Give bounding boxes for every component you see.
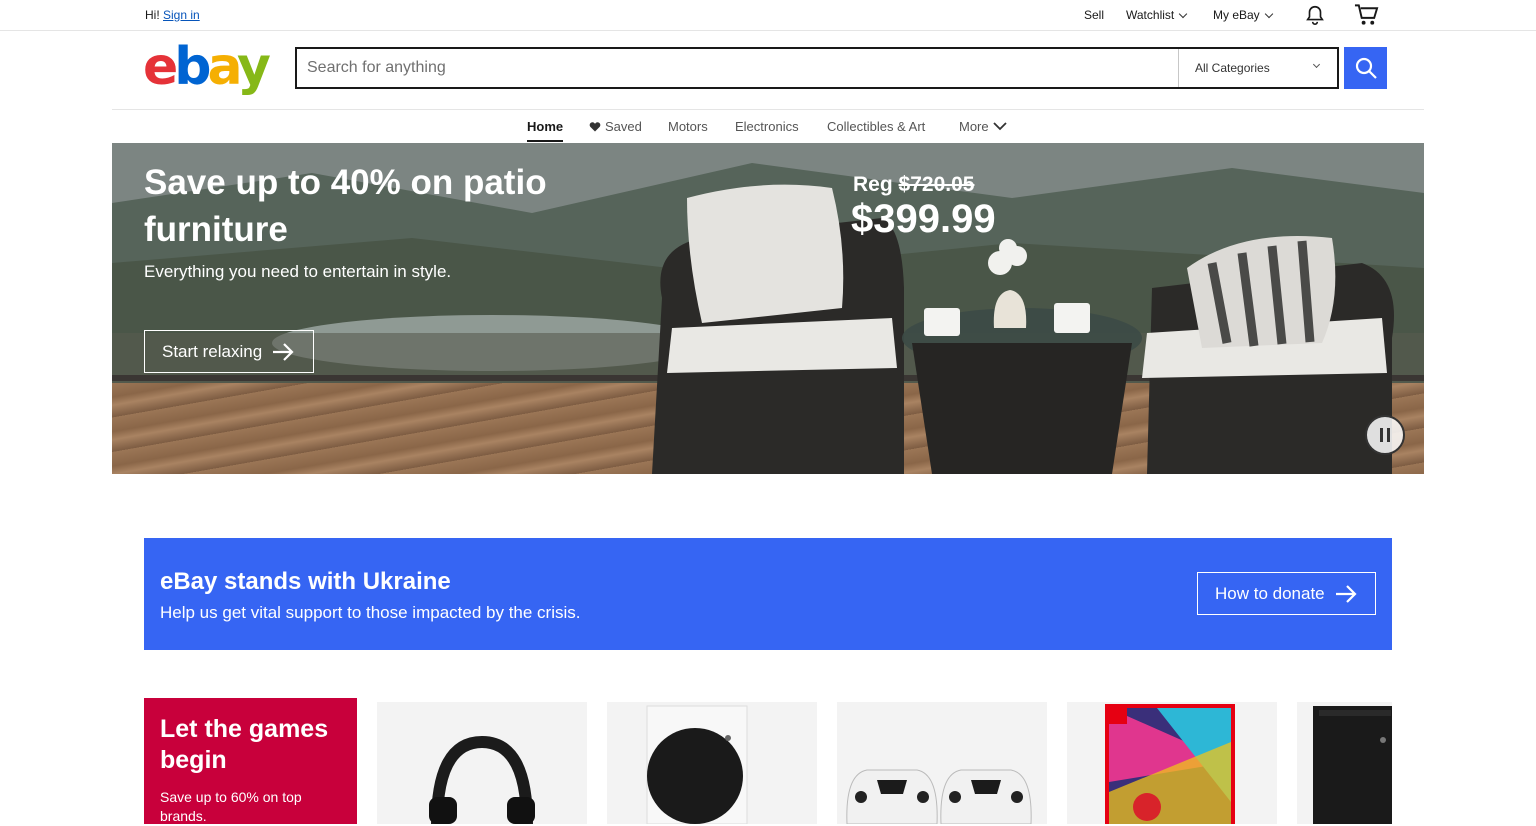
xbox-series-s-icon (646, 705, 748, 824)
search-input[interactable] (297, 49, 1177, 87)
hero-banner[interactable]: Save up to 40% on patio furniture Everyt… (112, 143, 1424, 474)
product-tile-xbox-series-x[interactable] (1297, 702, 1392, 824)
notifications-bell-icon[interactable] (1304, 4, 1326, 31)
chevron-down-icon (992, 122, 1007, 131)
pause-icon (1380, 428, 1390, 442)
mario-kart-game-icon (1105, 704, 1235, 824)
nav-electronics[interactable]: Electronics (735, 119, 799, 134)
heart-icon (589, 122, 601, 132)
hero-subtitle: Everything you need to entertain in styl… (144, 262, 452, 281)
nav-saved-label: Saved (605, 119, 642, 134)
nav-home[interactable]: Home (527, 119, 563, 134)
xbox-series-x-icon (1313, 706, 1392, 824)
start-relaxing-button[interactable]: Start relaxing (144, 330, 314, 373)
how-to-donate-button[interactable]: How to donate (1197, 572, 1376, 615)
category-label: All Categories (1195, 61, 1270, 75)
product-tile-xbox-series-s[interactable] (607, 702, 817, 824)
chevron-down-icon (1264, 9, 1273, 18)
sell-link[interactable]: Sell (1084, 8, 1104, 22)
watchlist-label: Watchlist (1126, 8, 1175, 22)
sell-label: Sell (1084, 8, 1105, 22)
product-tile-headset[interactable] (377, 702, 587, 824)
greeting: Hi! Sign in (145, 8, 200, 22)
regular-price: Reg $720.05 (853, 173, 974, 197)
ukraine-title: eBay stands with Ukraine (160, 568, 451, 595)
chevron-down-icon (1312, 60, 1321, 69)
nav-saved[interactable]: Saved (589, 119, 642, 134)
ps5-controllers-icon (846, 769, 1032, 824)
watchlist-dropdown[interactable]: Watchlist (1126, 8, 1188, 22)
ebay-logo[interactable]: ebay (143, 37, 271, 97)
arrow-right-icon (273, 342, 294, 361)
nav-motors[interactable]: Motors (668, 119, 708, 134)
nav-divider (112, 109, 1424, 110)
logo-letter-y: y (237, 37, 271, 97)
ukraine-banner: eBay stands with Ukraine Help us get vit… (144, 538, 1392, 650)
nav-more[interactable]: More (959, 119, 1007, 134)
logo-letter-a: a (207, 37, 241, 97)
regular-price-value: $720.05 (898, 173, 975, 196)
arrow-right-icon (1335, 584, 1357, 603)
how-to-donate-label: How to donate (1215, 583, 1325, 603)
my-ebay-dropdown[interactable]: My eBay (1213, 8, 1273, 22)
product-tile-mario-kart[interactable] (1067, 702, 1277, 824)
search-bar: All Categories (295, 47, 1339, 89)
my-ebay-label: My eBay (1213, 8, 1260, 22)
cart-icon[interactable] (1354, 3, 1379, 32)
category-select[interactable]: All Categories (1178, 49, 1337, 87)
regular-price-label: Reg (853, 173, 893, 196)
logo-letter-e: e (143, 37, 178, 97)
patio-furniture-image (652, 184, 1394, 474)
start-relaxing-label: Start relaxing (162, 341, 263, 361)
nav-more-label: More (959, 119, 989, 134)
sale-price: $399.99 (851, 197, 996, 241)
greeting-text: Hi! (145, 8, 160, 22)
nav-active-indicator (527, 140, 563, 142)
chevron-down-icon (1178, 9, 1188, 18)
search-button[interactable] (1344, 47, 1387, 89)
games-title: Let the games begin (160, 715, 329, 774)
ukraine-subtitle: Help us get vital support to those impac… (160, 603, 581, 622)
logo-letter-b: b (174, 37, 211, 97)
pause-carousel-button[interactable] (1365, 415, 1405, 455)
search-icon (1355, 57, 1377, 79)
games-subtitle: Save up to 60% on top brands. (160, 789, 302, 824)
hero-title: Save up to 40% on patio furniture (144, 163, 547, 249)
sign-in-link[interactable]: Sign in (163, 8, 200, 22)
nav-collectibles-art[interactable]: Collectibles & Art (827, 119, 925, 134)
top-bar: Hi! Sign in Sell Watchlist My eBay (0, 0, 1536, 31)
product-tile-ps5-controllers[interactable] (837, 702, 1047, 824)
headset-icon (429, 735, 535, 824)
games-promo-card[interactable]: Let the games begin Save up to 60% on to… (144, 698, 357, 824)
